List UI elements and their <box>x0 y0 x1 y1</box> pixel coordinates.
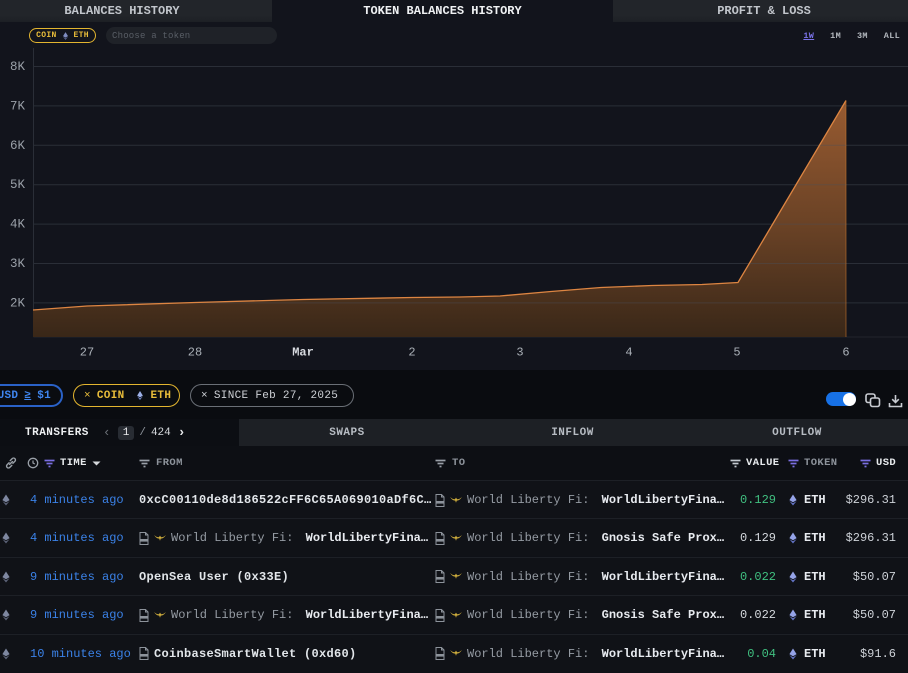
svg-text:6K: 6K <box>10 139 26 153</box>
svg-text:28: 28 <box>188 346 202 360</box>
svg-text:7K: 7K <box>10 99 26 113</box>
svg-text:2K: 2K <box>10 296 26 310</box>
svg-text:3: 3 <box>516 346 523 360</box>
svg-text:3K: 3K <box>10 257 26 271</box>
svg-text:5K: 5K <box>10 178 26 192</box>
svg-text:4K: 4K <box>10 218 26 232</box>
svg-text:Mar: Mar <box>292 346 314 360</box>
svg-text:4: 4 <box>625 346 632 360</box>
svg-text:5: 5 <box>733 346 740 360</box>
svg-text:6: 6 <box>842 346 849 360</box>
svg-text:8K: 8K <box>10 60 26 74</box>
svg-text:27: 27 <box>80 346 94 360</box>
svg-text:2: 2 <box>408 346 415 360</box>
